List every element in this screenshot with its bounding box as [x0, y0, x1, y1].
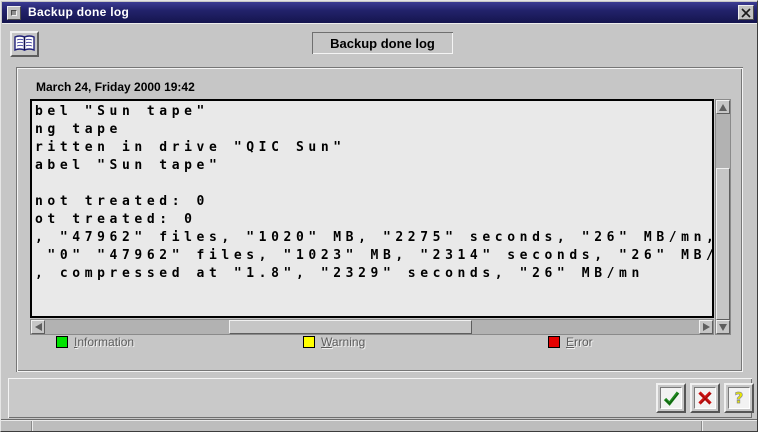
information-color-swatch	[56, 336, 68, 348]
log-line: "0" "47962" files, "1023" MB, "2314" sec…	[35, 247, 712, 265]
close-button[interactable]	[738, 5, 754, 20]
horizontal-scrollbar-thumb[interactable]	[229, 320, 472, 334]
scroll-left-button[interactable]	[31, 320, 45, 334]
legend-item-error: Error	[548, 335, 593, 349]
legend-label-error: Error	[566, 335, 593, 349]
toolbar: Backup done log	[2, 23, 758, 66]
log-line: abel "Sun tape"	[35, 157, 712, 175]
dialog-heading: Backup done log	[312, 32, 453, 54]
ok-button[interactable]	[656, 383, 686, 413]
backup-done-log-window: Backup done log Backup done log March 24…	[0, 0, 758, 432]
arrow-down-icon	[719, 324, 727, 331]
log-panel: March 24, Friday 2000 19:42 bel "Sun tap…	[16, 67, 743, 372]
log-line: ot treated: 0	[35, 211, 712, 229]
status-bar	[1, 419, 758, 432]
log-lines: bel "Sun tape" ng tape ritten in drive "…	[32, 101, 712, 283]
cross-icon	[697, 390, 713, 406]
vertical-scrollbar[interactable]	[715, 99, 731, 335]
legend-item-warning: Warning	[303, 335, 365, 349]
warning-color-swatch	[303, 336, 315, 348]
legend-label-information: Information	[74, 335, 134, 349]
vertical-scrollbar-thumb[interactable]	[716, 168, 730, 320]
arrow-right-icon	[703, 323, 710, 331]
log-line: ritten in drive "QIC Sun"	[35, 139, 712, 157]
legend-label-warning: Warning	[321, 335, 365, 349]
log-line: bel "Sun tape"	[35, 103, 712, 121]
titlebar[interactable]: Backup done log	[2, 2, 758, 23]
scroll-right-button[interactable]	[699, 320, 713, 334]
close-icon	[741, 8, 751, 18]
ok-button-face	[660, 387, 682, 409]
svg-text:?: ?	[735, 389, 744, 407]
log-timestamp: March 24, Friday 2000 19:42	[36, 80, 195, 94]
checkmark-icon	[663, 390, 680, 406]
question-mark-icon: ?	[731, 389, 747, 407]
error-color-swatch	[548, 336, 560, 348]
help-button-face: ?	[728, 387, 750, 409]
legend-item-information: Information	[56, 335, 134, 349]
scroll-down-button[interactable]	[716, 320, 730, 334]
open-book-icon	[14, 35, 35, 53]
button-bar: ?	[8, 378, 752, 418]
system-menu-icon	[11, 10, 17, 16]
log-line	[35, 175, 712, 193]
cancel-button[interactable]	[690, 383, 720, 413]
arrow-up-icon	[719, 104, 727, 111]
status-divider	[31, 421, 32, 432]
help-button[interactable]: ?	[724, 383, 754, 413]
arrow-left-icon	[35, 323, 42, 331]
cancel-button-face	[694, 387, 716, 409]
log-line: , "47962" files, "1020" MB, "2275" secon…	[35, 229, 712, 247]
log-line: ng tape	[35, 121, 712, 139]
log-book-button[interactable]	[10, 31, 39, 57]
window-title: Backup done log	[28, 5, 129, 19]
system-menu-button[interactable]	[7, 6, 21, 20]
log-line: , compressed at "1.8", "2329" seconds, "…	[35, 265, 712, 283]
severity-legend: Information Warning Error	[16, 335, 743, 355]
status-divider	[701, 421, 702, 432]
scroll-up-button[interactable]	[716, 100, 730, 114]
log-line: not treated: 0	[35, 193, 712, 211]
horizontal-scrollbar[interactable]	[30, 319, 714, 335]
log-text-area[interactable]: bel "Sun tape" ng tape ritten in drive "…	[30, 99, 714, 318]
